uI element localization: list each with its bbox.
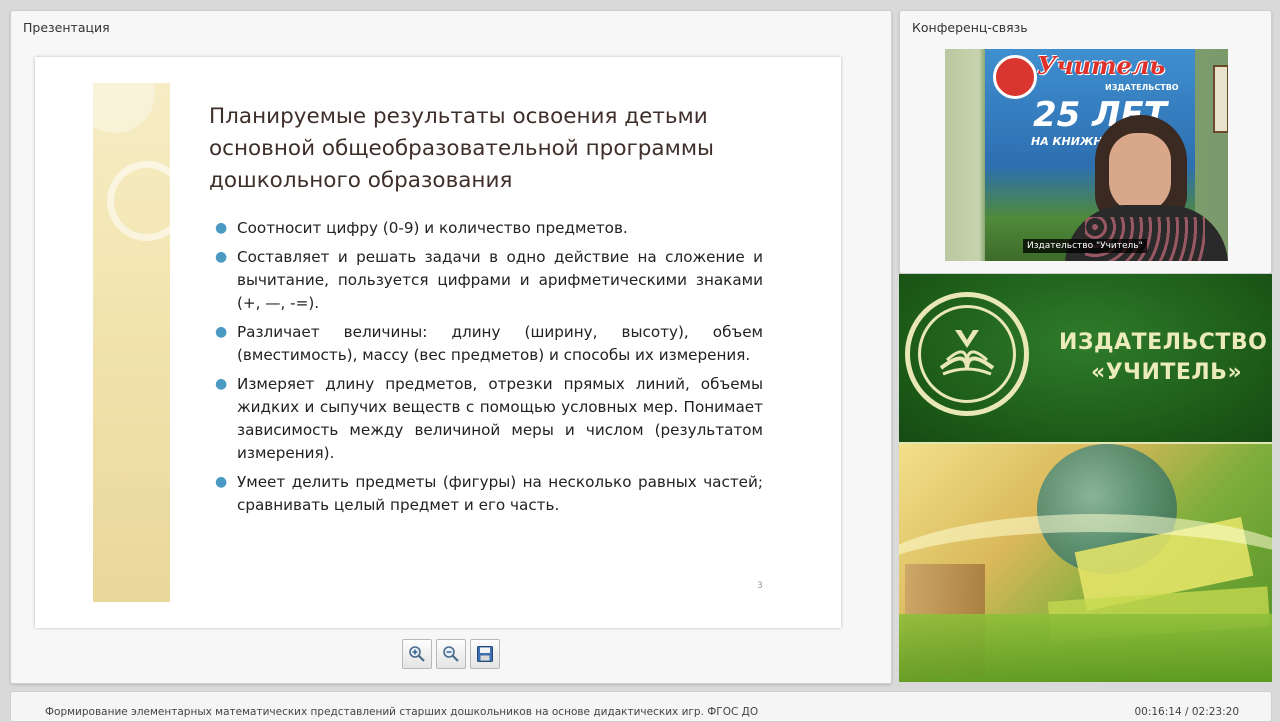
speaker-face [1109,133,1171,213]
save-button[interactable] [470,639,500,669]
wall-frame [1213,65,1228,133]
playback-time: 00:16:14 / 02:23:20 [1134,706,1239,718]
zoom-out-button[interactable] [436,639,466,669]
book-emblem-icon [939,330,995,376]
slide-bullet-text: Составляет и решать задачи в одно действ… [237,248,763,312]
slide-title-line: Планируемые результаты освоения детьми [209,104,708,129]
banner-line-1: ИЗДАТЕЛЬСТВО [1059,330,1268,355]
decor-ring [107,161,170,241]
slide-bullet-list: ● Соотносит цифру (0-9) и количество пред… [213,217,763,523]
light-swoosh [899,514,1272,652]
slide-title: Планируемые результаты освоения детьми о… [209,101,769,197]
presentation-panel-title: Презентация [23,20,110,35]
speaker-caption: Издательство "Учитель" [1023,239,1147,253]
bullet-icon: ● [215,249,228,265]
zoom-in-icon [409,646,425,662]
poster-subtitle: ИЗДАТЕЛЬСТВО [1105,83,1179,92]
slide-bullet-item: ● Различает величины: длину (ширину, высо… [213,321,763,367]
slide: Планируемые результаты освоения детьми о… [35,57,841,628]
save-icon [477,646,493,662]
bullet-icon: ● [215,474,228,490]
poster-logo-icon [993,55,1037,99]
slide-bullet-item: ● Измеряет длину предметов, отрезки прямы… [213,373,763,465]
bullet-icon: ● [215,324,228,340]
slide-title-line: дошкольного образования [209,168,513,193]
slide-toolbar [402,639,500,669]
bullet-icon: ● [215,220,228,236]
poster-title: Учитель [1037,51,1166,80]
slide-bullet-item: ● Умеет делить предметы (фигуры) на неско… [213,471,763,517]
publisher-logo-inner-ring [918,305,1016,403]
decor-circle [93,83,155,133]
slide-bullet-item: ● Соотносит цифру (0-9) и количество пред… [213,217,763,240]
slide-bullet-text: Соотносит цифру (0-9) и количество предм… [237,219,628,237]
slide-title-line: основной общеобразовательной программы [209,136,715,161]
books-globe-image [899,444,1272,682]
slide-bullet-text: Измеряет длину предметов, отрезки прямых… [237,375,763,462]
conference-panel: Конференц-связь Учитель ИЗДАТЕЛЬСТВО 25 … [899,10,1272,274]
slide-bullet-text: Различает величины: длину (ширину, высот… [237,323,763,364]
bullet-icon: ● [215,376,228,392]
slide-page-number: 3 [757,581,763,591]
publisher-logo-icon [905,292,1029,416]
publisher-banner: ИЗДАТЕЛЬСТВО «УЧИТЕЛЬ» [899,274,1272,444]
player-footer: Формирование элементарных математических… [10,691,1272,722]
slide-decor-band [93,83,170,602]
slide-bullet-item: ● Составляет и решать задачи в одно дейст… [213,246,763,315]
banner-line-2: «УЧИТЕЛЬ» [1091,360,1243,385]
zoom-out-icon [443,646,459,662]
conference-panel-title: Конференц-связь [912,20,1028,35]
slide-bullet-text: Умеет делить предметы (фигуры) на нескол… [237,473,763,514]
speaker-video: Учитель ИЗДАТЕЛЬСТВО 25 ЛЕТ НА КНИЖНОМ Р… [945,49,1228,261]
zoom-in-button[interactable] [402,639,432,669]
course-title: Формирование элементарных математических… [45,706,759,718]
presentation-panel: Презентация Планируемые результаты освое… [10,10,892,684]
